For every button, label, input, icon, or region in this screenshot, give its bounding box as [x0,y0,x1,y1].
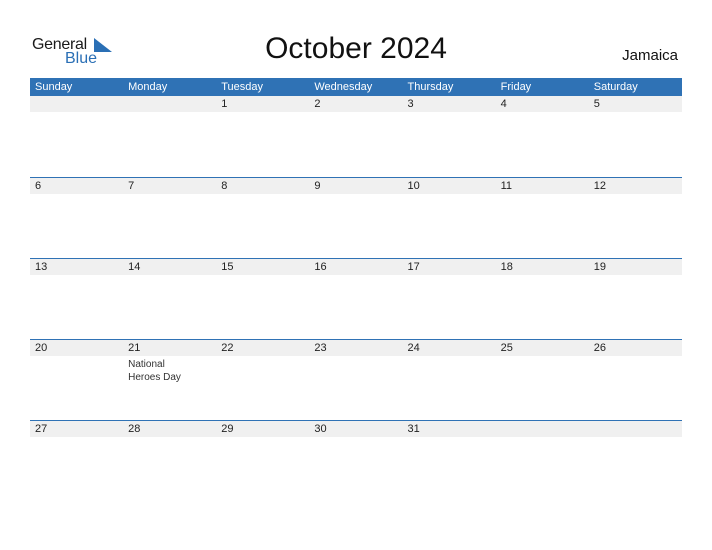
weekday-thursday: Thursday [407,81,454,93]
day-number: 8 [221,180,228,192]
event-row [30,194,682,196]
week-row: 1 2 3 4 5 [30,96,682,114]
day-cell [216,356,309,384]
date-row: 6 7 8 9 10 11 12 [30,178,682,194]
day-number: 28 [128,423,141,435]
day-number: 2 [314,98,321,110]
day-cell [403,194,496,196]
day-cell [589,194,682,196]
country-label: Jamaica [622,47,678,64]
day-cell [216,437,309,439]
week-row: 27 28 29 30 31 [30,420,682,439]
day-number: 23 [314,342,327,354]
day-number: 29 [221,423,234,435]
day-number: 31 [407,423,420,435]
day-number: 18 [500,261,513,273]
day-cell [589,356,682,384]
day-number: 14 [128,261,141,273]
day-number: 13 [35,261,48,273]
day-number: 25 [500,342,513,354]
day-number: 9 [314,180,321,192]
day-number: 27 [35,423,48,435]
date-row: 13 14 15 16 17 18 19 [30,259,682,275]
day-cell [496,112,589,114]
day-number: 10 [407,180,420,192]
day-number [30,96,123,112]
week-row: 13 14 15 16 17 18 19 [30,258,682,277]
week-row: 6 7 8 9 10 11 12 [30,177,682,196]
day-cell [403,275,496,277]
day-cell [216,275,309,277]
day-number: 11 [500,180,513,192]
day-cell [123,437,216,439]
day-cell [309,194,402,196]
day-number: 19 [593,261,606,273]
day-cell [123,194,216,196]
day-number: 21 [128,342,141,354]
day-number [589,421,682,437]
weekday-monday: Monday [128,81,168,93]
day-cell [30,437,123,439]
day-cell [496,356,589,384]
date-row: 27 28 29 30 31 [30,421,682,437]
day-cell [123,112,216,114]
day-number: 7 [128,180,135,192]
event-row: National Heroes Day [30,356,682,384]
day-cell [30,194,123,196]
day-cell [496,275,589,277]
day-cell [309,356,402,384]
day-cell [496,437,589,439]
day-cell [403,437,496,439]
day-cell [403,356,496,384]
day-cell [309,437,402,439]
day-number [496,421,589,437]
day-number [123,96,216,112]
day-number: 24 [407,342,420,354]
weekday-friday: Friday [500,81,532,93]
day-cell [589,112,682,114]
day-number: 5 [593,98,600,110]
weekday-saturday: Saturday [593,81,638,93]
weekday-sunday: Sunday [35,81,73,93]
day-cell [30,112,123,114]
date-row: 20 21 22 23 24 25 26 [30,340,682,356]
event-row [30,112,682,114]
day-number: 4 [500,98,507,110]
day-number: 12 [593,180,606,192]
day-cell [589,437,682,439]
day-number: 15 [221,261,234,273]
week-row: 20 21 22 23 24 25 26 National Heroes Day [30,339,682,384]
weekday-header: Sunday Monday Tuesday Wednesday Thursday… [30,78,682,96]
day-number: 22 [221,342,234,354]
day-number: 1 [221,98,228,110]
weekday-tuesday: Tuesday [221,81,264,93]
day-cell [216,112,309,114]
day-cell [123,275,216,277]
day-number: 30 [314,423,327,435]
day-cell [216,194,309,196]
day-number: 17 [407,261,420,273]
day-cell [30,275,123,277]
day-number: 26 [593,342,606,354]
day-number: 20 [35,342,48,354]
event-row [30,437,682,439]
holiday-event: National Heroes Day [128,359,181,383]
day-cell [309,112,402,114]
date-row: 1 2 3 4 5 [30,96,682,112]
event-row [30,275,682,277]
day-cell [30,356,123,384]
weekday-wednesday: Wednesday [314,81,373,93]
day-number: 3 [407,98,414,110]
day-cell [309,275,402,277]
day-cell [589,275,682,277]
day-number: 6 [35,180,42,192]
day-cell [496,194,589,196]
calendar-title: October 2024 [265,32,447,65]
day-cell [403,112,496,114]
day-number: 16 [314,261,327,273]
